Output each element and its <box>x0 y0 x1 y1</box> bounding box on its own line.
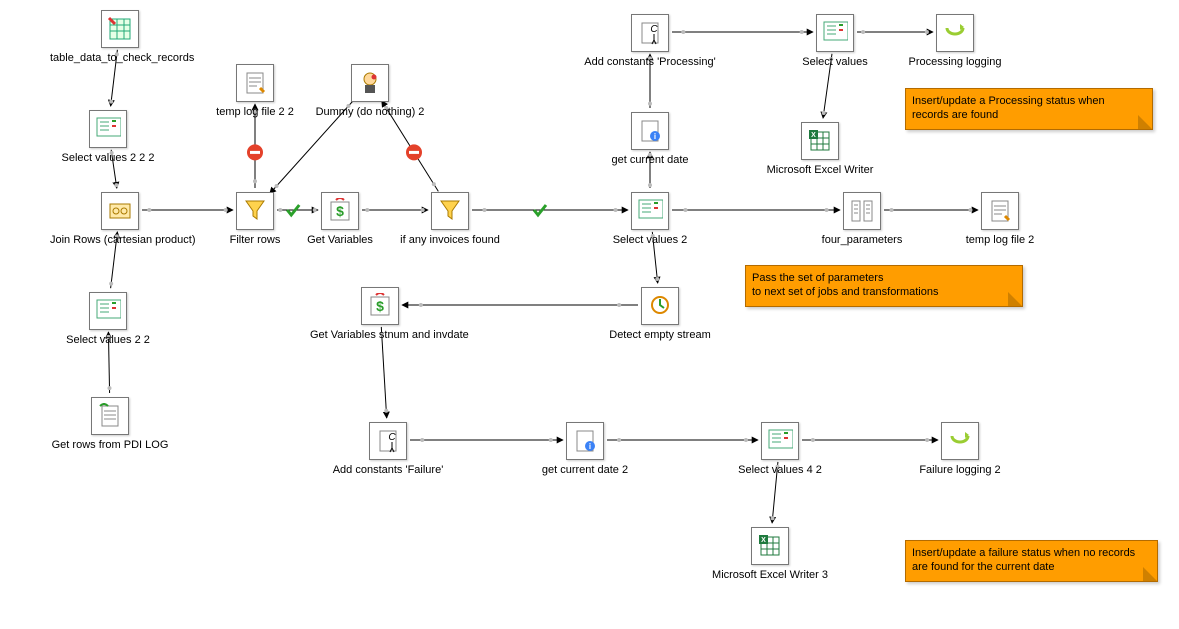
step-label: Microsoft Excel Writer 3 <box>700 569 840 581</box>
step-dummy[interactable]: Dummy (do nothing) 2 <box>300 64 440 118</box>
select-values-icon <box>89 292 127 330</box>
step-label: Microsoft Excel Writer <box>750 164 890 176</box>
step-label: table_data_to_check_records <box>50 52 190 64</box>
step-sel22[interactable]: Select values 2 2 <box>38 292 178 346</box>
step-four_param[interactable]: four_parameters <box>792 192 932 246</box>
step-label: Select values <box>765 56 905 68</box>
step-label: Get Variables stnum and invdate <box>310 329 450 341</box>
step-sel42[interactable]: Select values 4 2 <box>710 422 850 476</box>
step-label: Failure logging 2 <box>890 464 1030 476</box>
step-get_date[interactable]: get current date <box>580 112 720 166</box>
filter-icon <box>431 192 469 230</box>
step-addc_fail[interactable]: Add constants 'Failure' <box>318 422 458 476</box>
system-info-icon <box>566 422 604 460</box>
step-xls_writer3[interactable]: Microsoft Excel Writer 3 <box>700 527 840 581</box>
excel-writer-icon <box>751 527 789 565</box>
system-info-icon <box>631 112 669 150</box>
table-input-icon <box>101 10 139 48</box>
step-get_date2[interactable]: get current date 2 <box>515 422 655 476</box>
select-values-icon <box>631 192 669 230</box>
transformation-canvas[interactable]: Insert/update a Processing status when r… <box>0 0 1179 629</box>
dummy-icon <box>351 64 389 102</box>
step-proc_log[interactable]: Processing logging <box>885 14 1025 68</box>
step-label: get current date 2 <box>515 464 655 476</box>
step-label: temp log file 2 <box>930 234 1070 246</box>
step-label: Get rows from PDI LOG <box>40 439 180 451</box>
step-label: get current date <box>580 154 720 166</box>
step-sel_values[interactable]: Select values <box>765 14 905 68</box>
text-file-output-icon <box>981 192 1019 230</box>
hop-true-icon <box>534 205 546 215</box>
step-label: Processing logging <box>885 56 1025 68</box>
insert-update-icon <box>941 422 979 460</box>
step-label: Select values 2 2 2 <box>38 152 178 164</box>
detect-empty-icon <box>641 287 679 325</box>
step-sel2[interactable]: Select values 2 <box>580 192 720 246</box>
step-sel2222[interactable]: Select values 2 2 2 <box>38 110 178 164</box>
filter-icon <box>236 192 274 230</box>
step-label: Add constants 'Processing' <box>580 56 720 68</box>
note-failure[interactable]: Insert/update a failure status when no r… <box>905 540 1158 582</box>
step-label: Detect empty stream <box>590 329 730 341</box>
text-file-output-icon <box>236 64 274 102</box>
select-values-icon <box>89 110 127 148</box>
step-label: Dummy (do nothing) 2 <box>300 106 440 118</box>
note-parameters[interactable]: Pass the set of parameters to next set o… <box>745 265 1023 307</box>
step-label: Add constants 'Failure' <box>318 464 458 476</box>
step-getvars_stnum[interactable]: Get Variables stnum and invdate <box>310 287 450 341</box>
insert-update-icon <box>936 14 974 52</box>
step-label: Join Rows (cartesian product) <box>50 234 190 246</box>
step-if_inv[interactable]: if any invoices found <box>380 192 520 246</box>
step-label: Select values 4 2 <box>710 464 850 476</box>
get-rows-icon <box>91 397 129 435</box>
hop-false-icon <box>406 144 422 160</box>
select-values-icon <box>816 14 854 52</box>
step-pdi_log[interactable]: Get rows from PDI LOG <box>40 397 180 451</box>
step-label: four_parameters <box>792 234 932 246</box>
get-variables-icon <box>321 192 359 230</box>
get-variables-icon <box>361 287 399 325</box>
add-constants-icon <box>631 14 669 52</box>
step-fail_log[interactable]: Failure logging 2 <box>890 422 1030 476</box>
step-label: Select values 2 <box>580 234 720 246</box>
step-join_rows[interactable]: Join Rows (cartesian product) <box>50 192 190 246</box>
step-detect_empty[interactable]: Detect empty stream <box>590 287 730 341</box>
note-processing[interactable]: Insert/update a Processing status when r… <box>905 88 1153 130</box>
step-temp_log2[interactable]: temp log file 2 <box>930 192 1070 246</box>
select-values-icon <box>761 422 799 460</box>
excel-writer-icon <box>801 122 839 160</box>
join-rows-icon <box>101 192 139 230</box>
hop-false-icon <box>247 144 263 160</box>
step-label: if any invoices found <box>380 234 520 246</box>
step-label: Select values 2 2 <box>38 334 178 346</box>
add-constants-icon <box>369 422 407 460</box>
step-table_data[interactable]: table_data_to_check_records <box>50 10 190 64</box>
copy-rows-icon <box>843 192 881 230</box>
step-xls_writer[interactable]: Microsoft Excel Writer <box>750 122 890 176</box>
step-addc_proc[interactable]: Add constants 'Processing' <box>580 14 720 68</box>
